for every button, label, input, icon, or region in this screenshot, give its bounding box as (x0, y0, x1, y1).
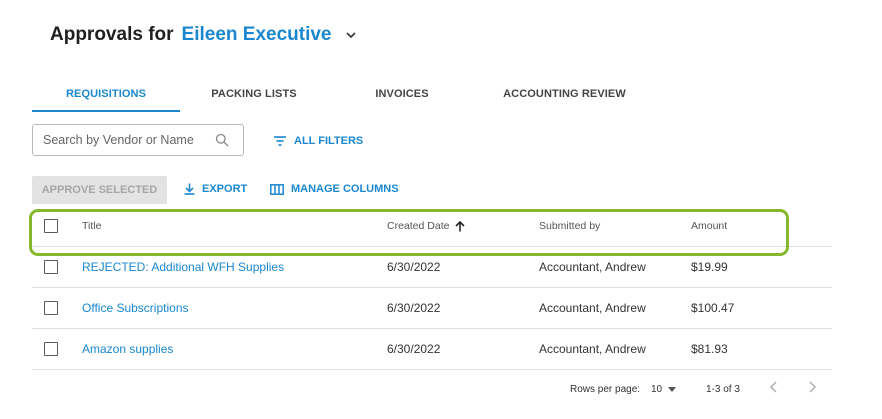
manage-columns-label: MANAGE COLUMNS (291, 183, 399, 195)
row-submitted-by: Accountant, Andrew (539, 301, 646, 315)
table-row[interactable]: Office Subscriptions 6/30/2022 Accountan… (32, 288, 832, 329)
user-selector-name[interactable]: Eileen Executive (182, 24, 332, 46)
tab-packing-lists[interactable]: PACKING LISTS (192, 80, 316, 112)
filter-icon (274, 136, 286, 146)
sort-arrow-up-icon (455, 220, 466, 231)
all-filters-button[interactable]: ALL FILTERS (274, 135, 363, 147)
column-header-title[interactable]: Title (82, 220, 101, 232)
row-submitted-by: Accountant, Andrew (539, 342, 646, 356)
row-title-link[interactable]: Amazon supplies (82, 342, 173, 356)
tab-bar: REQUISITIONS PACKING LISTS INVOICES ACCO… (32, 80, 832, 112)
export-label: EXPORT (202, 183, 248, 195)
caret-down-icon (668, 386, 677, 392)
page-title: Approvals for (50, 24, 174, 45)
row-title-link[interactable]: REJECTED: Additional WFH Supplies (82, 260, 284, 274)
rows-per-page-label: Rows per page: (570, 383, 641, 395)
row-title-link[interactable]: Office Subscriptions (82, 301, 189, 315)
row-checkbox[interactable] (44, 301, 58, 315)
rows-per-page-select[interactable]: 10 (651, 383, 677, 395)
table-header: Title Created Date Submitted by Amount (32, 207, 832, 247)
row-submitted-by: Accountant, Andrew (539, 260, 646, 274)
row-checkbox[interactable] (44, 342, 58, 356)
previous-page-icon[interactable] (769, 380, 779, 397)
download-icon (184, 183, 195, 195)
column-header-submitted-by[interactable]: Submitted by (539, 220, 600, 232)
export-button[interactable]: EXPORT (184, 183, 247, 195)
all-filters-label: ALL FILTERS (294, 135, 364, 147)
chevron-down-icon[interactable] (344, 28, 358, 42)
row-amount: $81.93 (691, 342, 728, 356)
action-bar: APPROVE SELECTED EXPORT MANAGE COLUMNS (32, 176, 399, 204)
tab-accounting-review[interactable]: ACCOUNTING REVIEW (482, 80, 647, 112)
row-created-date: 6/30/2022 (387, 260, 441, 274)
approve-selected-button[interactable]: APPROVE SELECTED (32, 176, 167, 204)
next-page-icon[interactable] (807, 380, 817, 397)
page-header: Approvals for Eileen Executive (50, 22, 358, 48)
row-checkbox[interactable] (44, 260, 58, 274)
column-header-created-date-label: Created Date (387, 220, 450, 232)
tab-invoices[interactable]: INVOICES (352, 80, 452, 112)
row-amount: $19.99 (691, 260, 728, 274)
table-row[interactable]: REJECTED: Additional WFH Supplies 6/30/2… (32, 247, 832, 288)
pagination-range: 1-3 of 3 (706, 383, 740, 395)
manage-columns-button[interactable]: MANAGE COLUMNS (270, 183, 399, 195)
search-icon[interactable] (215, 133, 229, 147)
requisitions-table: Title Created Date Submitted by Amount R… (32, 207, 832, 370)
row-amount: $100.47 (691, 301, 735, 315)
tab-requisitions[interactable]: REQUISITIONS (32, 80, 180, 112)
table-row[interactable]: Amazon supplies 6/30/2022 Accountant, An… (32, 329, 832, 370)
columns-icon (270, 183, 284, 195)
search-box (32, 124, 244, 156)
row-created-date: 6/30/2022 (387, 301, 441, 315)
search-input[interactable] (43, 133, 208, 147)
column-header-amount[interactable]: Amount (691, 220, 727, 232)
row-created-date: 6/30/2022 (387, 342, 441, 356)
rows-per-page-value: 10 (651, 383, 663, 395)
select-all-checkbox[interactable] (44, 219, 58, 233)
column-header-created-date[interactable]: Created Date (387, 220, 466, 232)
